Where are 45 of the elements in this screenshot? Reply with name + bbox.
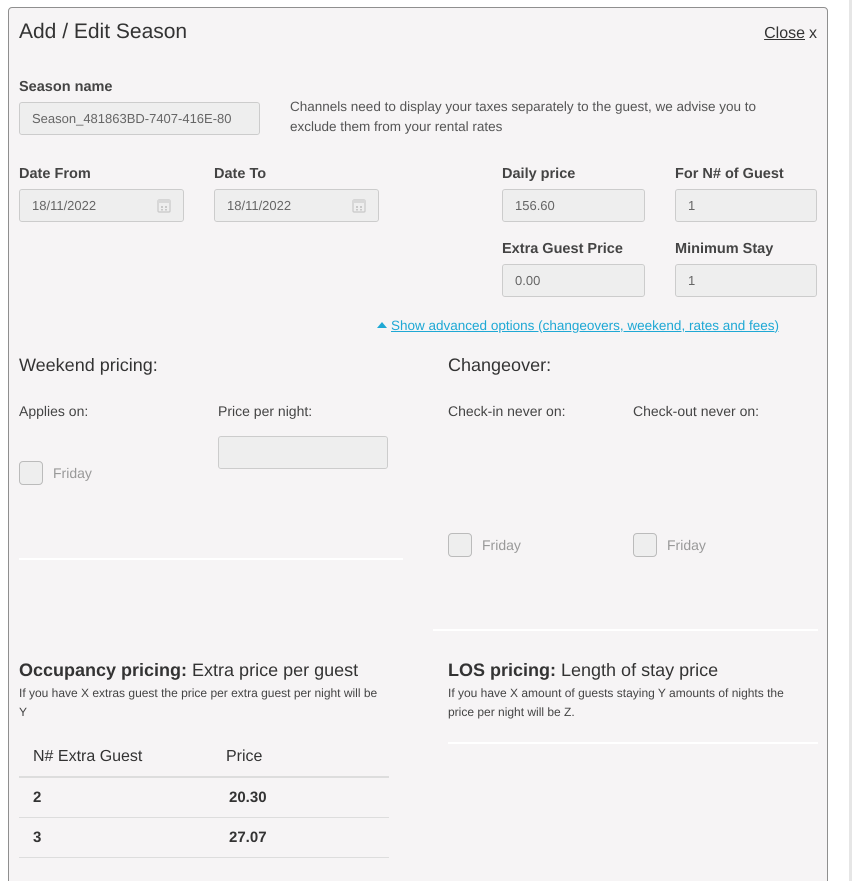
table-cell: 3: [19, 818, 212, 858]
checkbox[interactable]: [633, 533, 657, 557]
day-label: Friday: [482, 537, 521, 553]
field-label: Applies on:: [19, 403, 90, 419]
calendar-icon: [157, 198, 171, 213]
input-field[interactable]: Season_481863BD-7407-416E-80: [19, 102, 260, 135]
table-cell: 20.30: [212, 777, 389, 818]
field-label: Minimum Stay: [675, 241, 774, 257]
section-description: If you have X extras guest the price per extra guest per night will be Y: [19, 685, 378, 721]
section-title: Weekend pricing:: [19, 355, 159, 376]
input-field[interactable]: [218, 436, 388, 469]
close-link[interactable]: Close: [764, 25, 805, 42]
input-field[interactable]: 1: [675, 264, 817, 297]
table-cell: 2: [19, 777, 212, 818]
field-label: Date From: [19, 166, 92, 182]
day-label: Friday: [667, 537, 706, 553]
section-description: If you have X amount of guests staying Y amounts of nights the price per night will be Z.: [448, 685, 785, 721]
date-field[interactable]: 18/11/2022: [19, 189, 184, 222]
field-label: Extra Guest Price: [502, 241, 624, 257]
field-label: Check-in never on:: [448, 403, 567, 419]
field-label: Daily price: [502, 166, 576, 182]
close-icon[interactable]: x: [809, 25, 817, 42]
checkbox[interactable]: [19, 461, 43, 485]
input-field[interactable]: 1: [675, 189, 817, 222]
field-label: Date To: [214, 166, 268, 182]
table-cell: 27.07: [212, 818, 389, 858]
field-label: Price per night:: [218, 403, 314, 419]
checkbox[interactable]: [448, 533, 472, 557]
field-label: For N# of Guest: [675, 166, 785, 182]
section-title: LOS pricing: Length of stay price: [448, 660, 720, 681]
column-header: N# Extra Guest: [19, 740, 212, 777]
field-label: Check-out never on:: [633, 403, 760, 419]
input-field[interactable]: 156.60: [502, 189, 645, 222]
field-label: Season name: [19, 79, 114, 95]
triangle-icon: [376, 321, 388, 329]
day-label: Friday: [53, 465, 92, 481]
section-title: Occupancy pricing: Extra price per guest: [19, 660, 360, 681]
column-header: Price: [212, 740, 389, 777]
dialog-title: Add / Edit Season: [19, 20, 188, 44]
section-title: Changeover:: [448, 355, 552, 376]
tax-notice: Channels need to display your taxes separately to the guest, we advise you to exclude them from your rental rates: [290, 98, 758, 136]
advanced-options-link[interactable]: Show advanced options (changeovers, weekend, rates and fees): [376, 315, 779, 335]
input-field[interactable]: 0.00: [502, 264, 645, 297]
calendar-icon: [352, 198, 366, 213]
date-field[interactable]: 18/11/2022: [214, 189, 379, 222]
